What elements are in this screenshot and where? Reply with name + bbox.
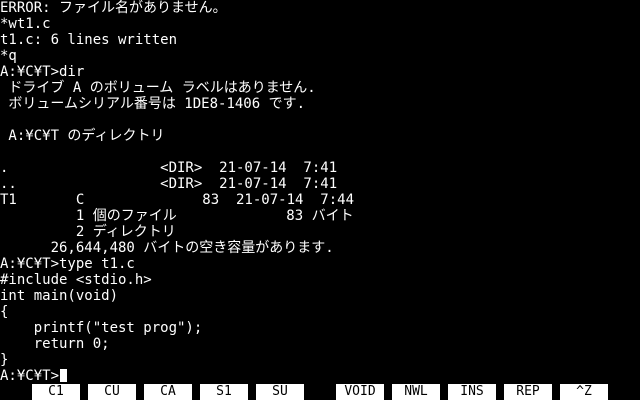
terminal-line: t1.c: 6 lines written xyxy=(0,32,178,48)
terminal-line: A:¥C¥T>dir xyxy=(0,64,85,80)
terminal-line: .. <DIR> 21-07-14 7:41 xyxy=(0,176,338,192)
command-prompt: A:¥C¥T> xyxy=(0,368,60,384)
function-key-f3[interactable]: CA xyxy=(144,384,192,400)
terminal-screen[interactable]: ERROR: ファイル名がありません。 *wt1.c t1.c: 6 lines… xyxy=(0,0,640,384)
terminal-line: { xyxy=(0,304,9,320)
terminal-line: *q xyxy=(0,48,17,64)
terminal-line: . <DIR> 21-07-14 7:41 xyxy=(0,160,338,176)
function-key-f6[interactable]: VOID xyxy=(336,384,384,400)
function-key-f1[interactable]: C1 xyxy=(32,384,80,400)
text-cursor xyxy=(60,369,68,382)
terminal-line: T1 C 83 21-07-14 7:44 xyxy=(0,192,355,208)
terminal-line: int main(void) xyxy=(0,288,119,304)
terminal-line: } xyxy=(0,352,9,368)
function-key-f10[interactable]: ^Z xyxy=(560,384,608,400)
terminal-line: ERROR: ファイル名がありません。 xyxy=(0,0,227,16)
function-key-f7[interactable]: NWL xyxy=(392,384,440,400)
command-prompt-line[interactable]: A:¥C¥T> xyxy=(0,368,68,384)
function-key-f5[interactable]: SU xyxy=(256,384,304,400)
function-key-f2[interactable]: CU xyxy=(88,384,136,400)
terminal-line: ドライブ A のボリューム ラベルはありません. xyxy=(0,80,316,96)
terminal-line: #include <stdio.h> xyxy=(0,272,152,288)
terminal-line: printf("test prog"); xyxy=(0,320,203,336)
terminal-line: return 0; xyxy=(0,336,110,352)
terminal-line: 26,644,480 バイトの空き容量があります. xyxy=(0,240,334,256)
function-key-bar: C1 CU CA S1 SU VOID NWL INS REP ^Z xyxy=(0,384,640,400)
function-key-f8[interactable]: INS xyxy=(448,384,496,400)
function-key-f9[interactable]: REP xyxy=(504,384,552,400)
terminal-line: ボリュームシリアル番号は 1DE8-1406 です. xyxy=(0,96,306,112)
terminal-line: 2 ディレクトリ xyxy=(0,224,176,240)
terminal-line: 1 個のファイル 83 バイト xyxy=(0,208,354,224)
terminal-line: A:¥C¥T のディレクトリ xyxy=(0,128,165,144)
terminal-line: A:¥C¥T>type t1.c xyxy=(0,256,135,272)
terminal-line: *wt1.c xyxy=(0,16,51,32)
function-key-f4[interactable]: S1 xyxy=(200,384,248,400)
